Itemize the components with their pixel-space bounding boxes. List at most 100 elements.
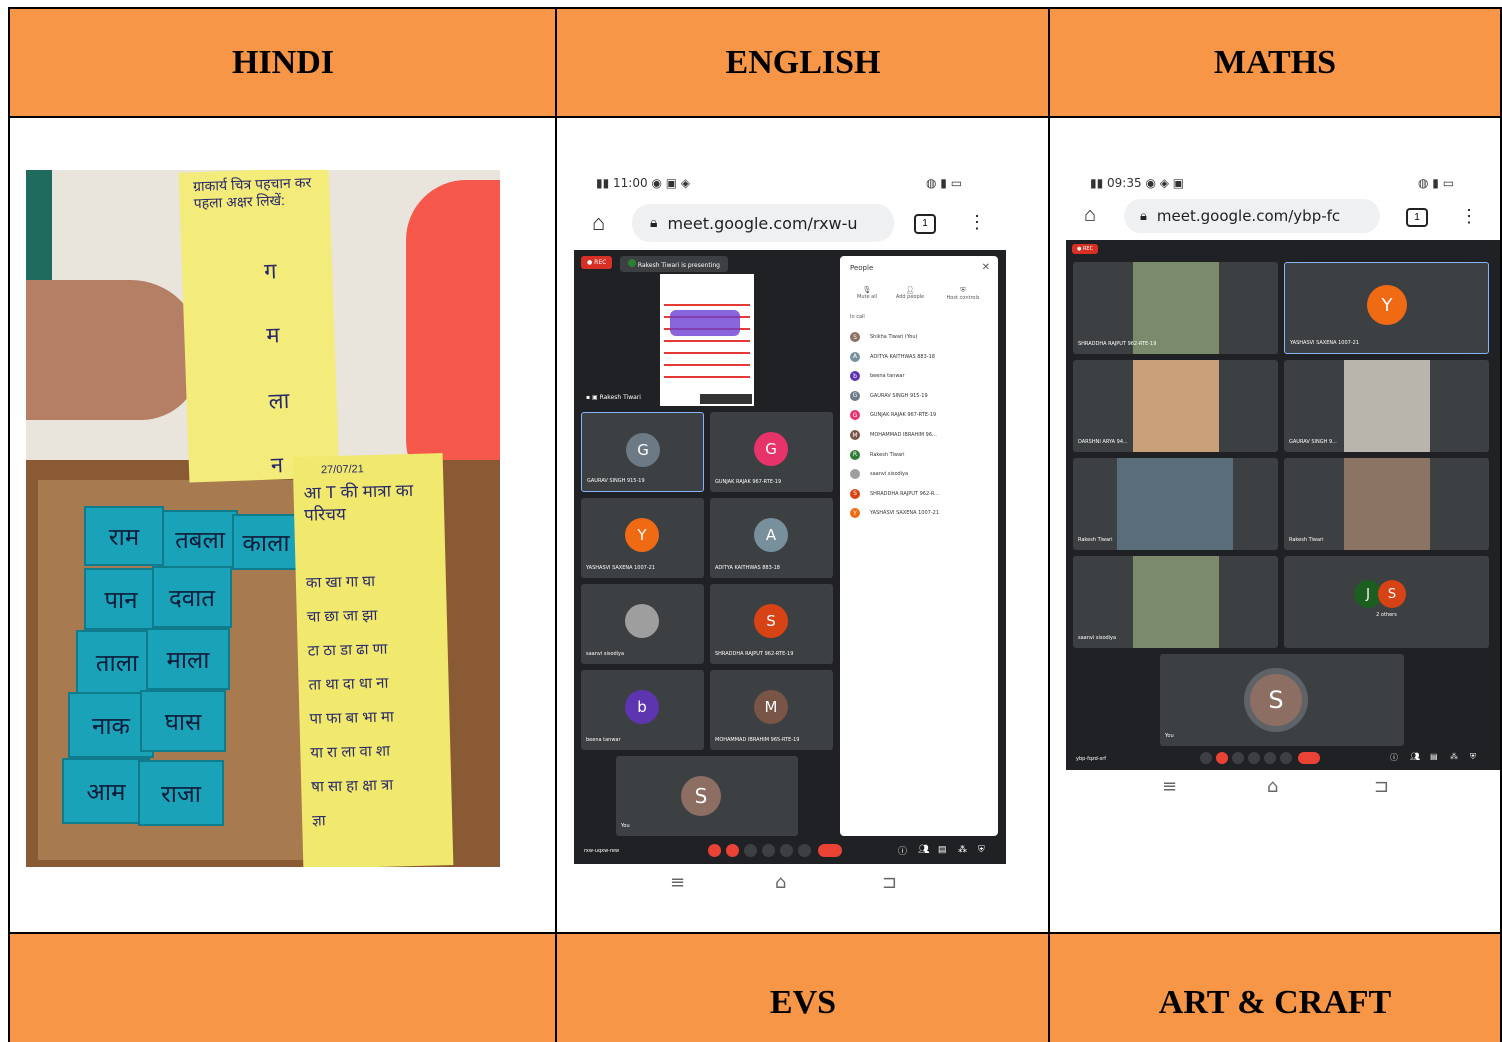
- more-options-button[interactable]: [798, 844, 811, 857]
- border-col2: [1048, 7, 1050, 1042]
- self-label: You: [621, 823, 630, 829]
- presenter-label: ▪ ▣ Rakesh Tiwari: [586, 394, 641, 401]
- end-call-button[interactable]: [1298, 752, 1320, 764]
- home-nav-icon[interactable]: ⌂: [775, 872, 786, 893]
- captions-button[interactable]: [1232, 752, 1244, 764]
- tab-count-button[interactable]: 1: [914, 214, 936, 234]
- recents-icon[interactable]: ≡: [670, 872, 685, 893]
- word-tile: तबला: [162, 510, 238, 568]
- red-paper: [406, 180, 500, 500]
- yellow-card-top: ग्राकार्य चित्र पहचान कर पहला अक्षर लिखे…: [178, 170, 340, 483]
- people-name: GUNJAK RAJAK 967-RTE-19: [870, 412, 937, 419]
- participant-name: beena tanwar: [586, 737, 621, 743]
- captions-button[interactable]: [744, 844, 757, 857]
- recents-icon[interactable]: ≡: [1162, 776, 1177, 797]
- participant-name: GUNJAK RAJAK 967-RTE-19: [715, 479, 782, 485]
- people-row[interactable]: b beena tanwar: [850, 369, 905, 383]
- mute-all-button[interactable]: 🎙︎ Mute all: [852, 286, 882, 300]
- status-bar: ▮▮ 09:35 ◉ ◈ ▣: [1090, 176, 1184, 190]
- mic-button[interactable]: [708, 844, 721, 857]
- participant-video: [1117, 458, 1233, 550]
- host-icon[interactable]: ⛨: [1470, 752, 1476, 762]
- border-left: [8, 7, 10, 1042]
- raise-hand-button[interactable]: [1248, 752, 1260, 764]
- people-avatar: M: [850, 430, 860, 440]
- people-icon[interactable]: 👥︎: [918, 844, 929, 855]
- address-bar[interactable]: 🔒︎ meet.google.com/rxw-u: [632, 204, 894, 242]
- host-controls-button[interactable]: ⛨ Host controls: [942, 286, 984, 301]
- english-phone-screenshot: ▮▮ 11:00 ◉ ▣ ◈ ◍ ▮ ▭ ⌂ 🔒︎ meet.google.co…: [574, 168, 1006, 903]
- word-tile: घास: [140, 690, 226, 752]
- participant-avatar: S: [1378, 580, 1406, 608]
- menu-icon[interactable]: ⋮: [1460, 206, 1478, 227]
- shield-icon: ⛨: [960, 286, 966, 294]
- back-icon[interactable]: ⊐: [882, 872, 897, 893]
- card-line: या रा ला वा शा: [310, 742, 391, 762]
- teal-board: [26, 170, 52, 290]
- home-icon[interactable]: ⌂: [592, 210, 605, 236]
- url-text: meet.google.com/ybp-fc: [1156, 207, 1341, 225]
- chat-icon[interactable]: ▤: [1430, 752, 1438, 761]
- rec-badge: ● REC: [1072, 244, 1099, 254]
- mic-button[interactable]: [1200, 752, 1212, 764]
- notification-icons: ◉ ◈ ▣: [1145, 176, 1185, 190]
- activities-icon[interactable]: ⁂: [958, 844, 967, 855]
- back-icon[interactable]: ⊐: [1374, 776, 1389, 797]
- people-name: beena tanwar: [870, 373, 905, 380]
- more-options-button[interactable]: [1280, 752, 1292, 764]
- info-icon[interactable]: ⓘ: [1390, 752, 1398, 763]
- participant-video: [1133, 360, 1219, 452]
- people-icon[interactable]: 👥︎: [1410, 752, 1420, 761]
- footer-evs-text: EVS: [769, 984, 837, 1021]
- raise-hand-button[interactable]: [762, 844, 775, 857]
- people-row[interactable]: Y YASHASVI SAXENA 1007-21: [850, 506, 939, 520]
- people-row[interactable]: S Shikha Tiwari (You): [850, 330, 917, 344]
- people-row[interactable]: G GUNJAK RAJAK 967-RTE-19: [850, 408, 936, 422]
- footer-art-craft: ART & CRAFT: [1050, 934, 1500, 1042]
- people-row[interactable]: A ADITYA KAITHWAS 883-18: [850, 350, 935, 364]
- footer-evs: EVS: [557, 934, 1049, 1042]
- address-bar[interactable]: 🔒︎ meet.google.com/ybp-fc: [1124, 199, 1380, 233]
- present-button[interactable]: [780, 844, 793, 857]
- people-name: MOHAMMAD IBRAHIM 96...: [870, 432, 937, 438]
- participant-name: GAURAV SINGH 915-19: [587, 478, 645, 484]
- shared-scribble: [670, 310, 740, 336]
- info-icon[interactable]: ⓘ: [898, 844, 907, 857]
- people-avatar: G: [850, 410, 860, 421]
- card-top-title: ग्राकार्य चित्र पहचान कर पहला अक्षर लिखे…: [192, 174, 312, 212]
- rec-text: REC: [594, 259, 607, 266]
- add-people-button[interactable]: 👤︎ Add people: [892, 286, 928, 300]
- menu-icon[interactable]: ⋮: [968, 212, 986, 233]
- tab-count-button[interactable]: 1: [1406, 208, 1428, 227]
- participant-tile: G GAURAV SINGH 915-19: [581, 412, 704, 492]
- notification-icons: ◉ ▣ ◈: [651, 176, 691, 190]
- people-row[interactable]: M MOHAMMAD IBRAHIM 96...: [850, 428, 937, 442]
- participant-video: [1133, 556, 1219, 648]
- participant-tile: G GUNJAK RAJAK 967-RTE-19: [710, 412, 833, 492]
- add-people-label: Add people: [895, 294, 925, 300]
- host-icon[interactable]: ⛨: [978, 844, 985, 855]
- home-icon[interactable]: ⌂: [1084, 204, 1096, 227]
- end-call-button[interactable]: [818, 844, 842, 857]
- people-title: People: [850, 264, 874, 272]
- participant-name: MOHAMMAD IBRAHIM 965-RTE-19: [715, 737, 800, 743]
- present-button[interactable]: [1264, 752, 1276, 764]
- self-tile: S You: [616, 756, 798, 836]
- people-row[interactable]: G GAURAV SINGH 915-19: [850, 389, 928, 403]
- card-answer-1: ग: [263, 258, 277, 284]
- chat-icon[interactable]: ▤: [938, 844, 947, 855]
- close-icon[interactable]: ✕: [982, 262, 990, 273]
- word-tile: राजा: [138, 760, 224, 826]
- people-name: SHRADDHA RAJPUT 962-R...: [870, 490, 939, 497]
- home-nav-icon[interactable]: ⌂: [1267, 776, 1278, 797]
- activities-icon[interactable]: ⁂: [1450, 752, 1458, 761]
- people-row[interactable]: S SHRADDHA RAJPUT 962-R...: [850, 487, 939, 501]
- word-tile: पान: [84, 568, 158, 630]
- people-row[interactable]: saanvi sisodiya: [850, 467, 908, 481]
- camera-button[interactable]: [1216, 752, 1228, 764]
- footer-blank: [10, 934, 556, 1042]
- camera-button[interactable]: [726, 844, 739, 857]
- participant-avatar: Y: [625, 518, 659, 552]
- people-row[interactable]: R Rakesh Tiwari: [850, 448, 904, 462]
- participant-avatar: b: [625, 690, 659, 724]
